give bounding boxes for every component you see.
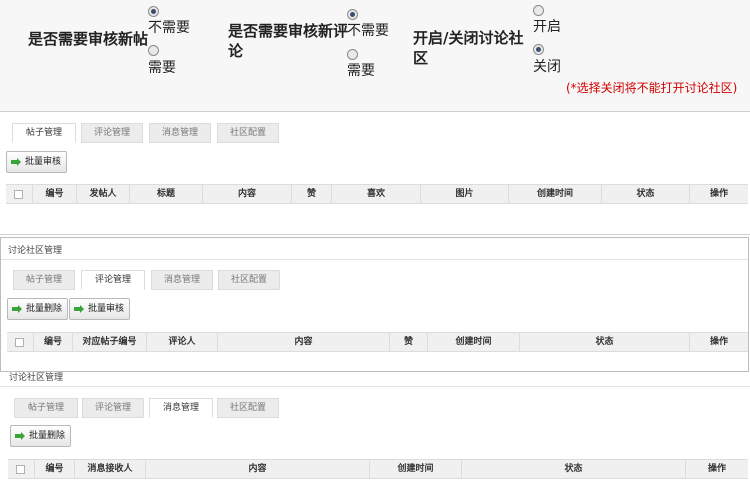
panel-divider xyxy=(1,259,748,260)
community-open-radio[interactable] xyxy=(533,5,544,16)
close-warning-note: (*选择关闭将不能打开讨论社区) xyxy=(566,81,738,95)
col-image: 图片 xyxy=(421,185,509,203)
col-id: 编号 xyxy=(33,185,77,203)
comments-table-header: 编号 对应帖子编号 评论人 内容 赞 创建时间 状态 操作 xyxy=(7,332,748,352)
col-created-time: 创建时间 xyxy=(428,333,520,351)
col-like: 赞 xyxy=(292,185,332,203)
comment-review-label: 是否需要审核新评 xyxy=(228,22,349,40)
community-close-text: 关闭 xyxy=(533,59,561,75)
tab-messages[interactable]: 消息管理 xyxy=(149,123,211,143)
comment-review-yes-radio[interactable] xyxy=(347,49,358,60)
batch-review-button[interactable]: 批量审核 xyxy=(69,298,131,320)
tab-messages[interactable]: 消息管理 xyxy=(151,270,213,290)
post-review-yes-radio[interactable] xyxy=(148,45,159,56)
tab-community-config[interactable]: 社区配置 xyxy=(218,270,280,290)
batch-review-icon xyxy=(74,305,84,313)
col-status: 状态 xyxy=(462,460,686,478)
tab-posts[interactable]: 帖子管理 xyxy=(14,398,78,418)
batch-delete-icon xyxy=(15,432,25,440)
post-review-no-text: 不需要 xyxy=(148,20,190,36)
col-commenter: 评论人 xyxy=(147,333,218,351)
col-content: 内容 xyxy=(203,185,292,203)
batch-review-label: 批量审核 xyxy=(88,304,125,314)
community-toggle-label: 开启/关闭讨论社 xyxy=(413,29,524,47)
col-favorite: 喜欢 xyxy=(332,185,421,203)
batch-delete-button[interactable]: 批量删除 xyxy=(10,425,72,447)
col-id: 编号 xyxy=(34,333,73,351)
tab-comments[interactable]: 评论管理 xyxy=(81,270,145,290)
comment-review-no-text: 不需要 xyxy=(347,23,389,39)
select-all-checkbox[interactable] xyxy=(16,465,25,474)
batch-delete-button[interactable]: 批量删除 xyxy=(7,298,69,320)
community-toggle-label-2: 区 xyxy=(413,49,429,67)
community-settings: 是否需要审核新帖 不需要 需要 是否需要审核新评 论 不需要 需要 开启/关闭讨… xyxy=(0,0,750,112)
col-content: 内容 xyxy=(146,460,370,478)
posts-table-header: 编号 发帖人 标题 内容 赞 喜欢 图片 创建时间 状态 操作 xyxy=(6,184,748,204)
tab-comments[interactable]: 评论管理 xyxy=(82,398,144,418)
tab-comments[interactable]: 评论管理 xyxy=(81,123,143,143)
comment-review-yes-text: 需要 xyxy=(347,63,375,79)
tab-posts[interactable]: 帖子管理 xyxy=(13,270,75,290)
panel-divider xyxy=(0,386,750,387)
col-created-time: 创建时间 xyxy=(370,460,462,478)
comment-review-no-radio[interactable] xyxy=(347,9,358,20)
col-receiver: 消息接收人 xyxy=(75,460,146,478)
col-created-time: 创建时间 xyxy=(509,185,602,203)
comments-panel: 讨论社区管理 帖子管理 评论管理 消息管理 社区配置 批量删除 批量审核 编号 … xyxy=(0,237,749,372)
col-poster: 发帖人 xyxy=(77,185,130,203)
col-id: 编号 xyxy=(35,460,75,478)
select-all-checkbox[interactable] xyxy=(14,190,23,199)
post-review-yes-text: 需要 xyxy=(148,60,176,76)
col-content: 内容 xyxy=(218,333,390,351)
batch-review-button[interactable]: 批量审核 xyxy=(6,151,68,173)
batch-review-icon xyxy=(11,158,21,166)
batch-delete-icon xyxy=(12,305,22,313)
select-all-checkbox[interactable] xyxy=(15,338,24,347)
batch-review-label: 批量审核 xyxy=(25,157,62,167)
tab-messages[interactable]: 消息管理 xyxy=(149,398,213,418)
panel-title: 讨论社区管理 xyxy=(8,246,63,256)
batch-delete-label: 批量删除 xyxy=(26,304,63,314)
col-title: 标题 xyxy=(130,185,203,203)
messages-table-header: 编号 消息接收人 内容 创建时间 状态 操作 xyxy=(8,459,748,479)
community-open-text: 开启 xyxy=(533,19,561,35)
col-post-id: 对应帖子编号 xyxy=(73,333,147,351)
col-actions: 操作 xyxy=(707,464,726,474)
comment-review-label-2: 论 xyxy=(228,42,244,60)
tab-posts[interactable]: 帖子管理 xyxy=(12,123,76,143)
community-close-radio[interactable] xyxy=(533,44,544,55)
post-review-label: 是否需要审核新帖 xyxy=(28,30,149,48)
batch-delete-label: 批量删除 xyxy=(29,431,66,441)
panel-title: 讨论社区管理 xyxy=(9,373,64,383)
tab-community-config[interactable]: 社区配置 xyxy=(217,398,279,418)
col-actions: 操作 xyxy=(709,337,728,347)
tab-community-config[interactable]: 社区配置 xyxy=(217,123,279,143)
post-review-no-radio[interactable] xyxy=(148,6,159,17)
col-status: 状态 xyxy=(520,333,690,351)
col-actions: 操作 xyxy=(709,189,728,199)
col-status: 状态 xyxy=(602,185,690,203)
posts-panel: 帖子管理 评论管理 消息管理 社区配置 批量审核 编号 发帖人 标题 内容 赞 … xyxy=(0,113,750,235)
col-like: 赞 xyxy=(390,333,428,351)
messages-panel: 讨论社区管理 帖子管理 评论管理 消息管理 社区配置 批量删除 编号 消息接收人… xyxy=(0,372,750,504)
